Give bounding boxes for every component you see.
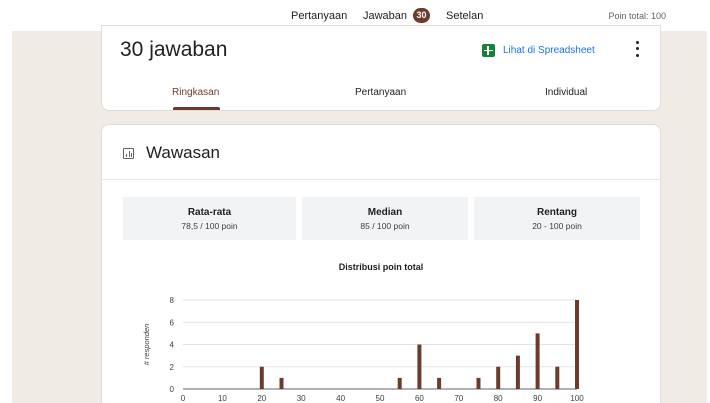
points-distribution-chart: 024680 10 20 30 40 50 60 70 80 90 100# responden <box>142 296 584 403</box>
x-tick-label: 80 <box>494 394 503 403</box>
total-points-label: Poin total: 100 <box>608 11 666 21</box>
insights-header: Wawasan <box>102 125 660 180</box>
x-tick-label: 30 <box>297 394 306 403</box>
stat-average-label: Rata-rata <box>187 207 232 218</box>
chart-title: Distribusi poin total <box>338 262 424 272</box>
y-tick-label: 8 <box>170 296 175 305</box>
bar <box>279 377 284 389</box>
view-in-sheets-label: Lihat di Spreadsheet <box>503 44 595 56</box>
x-tick-label: 90 <box>533 394 542 403</box>
x-tick-label: 20 <box>257 394 266 403</box>
x-tick-label: 0 <box>181 394 186 403</box>
stat-range-label: Rentang <box>537 207 577 218</box>
stat-median: Median 85 / 100 poin <box>302 197 468 240</box>
bar <box>437 377 442 389</box>
y-tick-label: 2 <box>170 363 175 372</box>
x-tick-label: 100 <box>570 394 584 403</box>
stat-median-label: Median <box>367 207 403 218</box>
bar <box>555 366 560 389</box>
x-tick-label: 10 <box>218 394 227 403</box>
insights-card: Wawasan Rata-rata 78,5 / 100 poin Median… <box>101 124 661 403</box>
stat-range-value: 20 - 100 poin <box>532 221 582 231</box>
stat-range: Rentang 20 - 100 poin <box>474 197 640 240</box>
stat-average-value: 78,5 / 100 poin <box>181 221 238 231</box>
insights-chart-icon <box>123 148 134 159</box>
view-in-sheets-link[interactable]: Lihat di Spreadsheet <box>482 42 595 58</box>
bar <box>476 377 481 389</box>
y-tick-label: 0 <box>170 385 175 394</box>
response-count-badge: 30 <box>413 8 430 23</box>
bar <box>515 355 520 389</box>
subtab-summary[interactable]: Ringkasan <box>172 87 219 98</box>
x-tick-label: 40 <box>336 394 345 403</box>
x-tick-label: 50 <box>376 394 385 403</box>
bar <box>575 300 579 389</box>
more-options-icon[interactable] <box>632 39 642 59</box>
responses-summary-card: 30 jawaban Lihat di Spreadsheet Ringkasa… <box>101 25 661 111</box>
tab-questions[interactable]: Pertanyaan <box>291 10 347 22</box>
x-tick-label: 70 <box>454 394 463 403</box>
response-count-title: 30 jawaban <box>120 38 228 61</box>
bar <box>417 344 422 389</box>
insights-title: Wawasan <box>146 143 221 162</box>
x-tick-label: 60 <box>415 394 424 403</box>
bar <box>535 333 540 389</box>
active-subtab-indicator <box>173 107 220 110</box>
y-tick-label: 4 <box>170 341 175 350</box>
stat-average: Rata-rata 78,5 / 100 poin <box>123 197 296 240</box>
y-axis-label: # responden <box>142 324 151 366</box>
bar <box>397 377 402 389</box>
subtab-individual[interactable]: Individual <box>545 87 587 98</box>
tab-responses[interactable]: Jawaban <box>363 10 407 22</box>
subtab-questions[interactable]: Pertanyaan <box>355 87 406 98</box>
content-area: 30 jawaban Lihat di Spreadsheet Ringkasa… <box>12 25 707 403</box>
bar <box>259 366 264 389</box>
stat-median-value: 85 / 100 poin <box>360 221 410 231</box>
y-tick-label: 6 <box>170 318 175 327</box>
sheets-icon <box>482 43 495 57</box>
tab-settings[interactable]: Setelan <box>446 10 483 22</box>
bar <box>496 366 501 389</box>
